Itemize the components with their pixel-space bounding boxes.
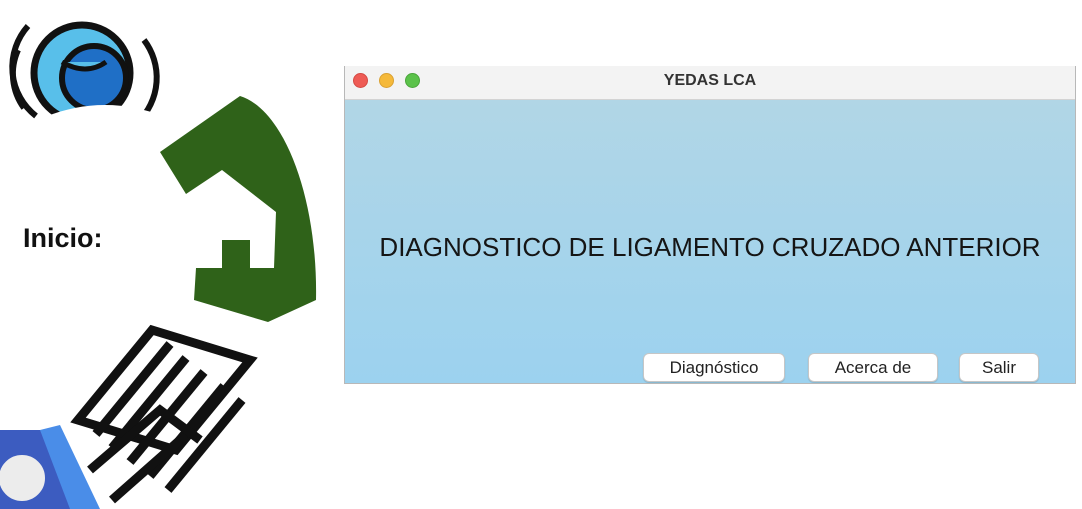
salir-button[interactable]: Salir	[959, 353, 1039, 382]
title-bar: YEDAS LCA	[345, 66, 1075, 100]
acerca-de-button[interactable]: Acerca de	[808, 353, 938, 382]
decorative-icons	[0, 21, 317, 509]
app-window: YEDAS LCA DIAGNOSTICO DE LIGAMENTO CRUZA…	[344, 66, 1076, 384]
page-heading: DIAGNOSTICO DE LIGAMENTO CRUZADO ANTERIO…	[379, 232, 1041, 262]
diagnostico-button[interactable]: Diagnóstico	[643, 353, 785, 382]
main-content: DIAGNOSTICO DE LIGAMENTO CRUZADO ANTERIO…	[345, 100, 1075, 383]
window-title: YEDAS LCA	[663, 72, 757, 89]
user-icon	[0, 425, 100, 509]
inicio-label: Inicio:	[23, 223, 103, 253]
